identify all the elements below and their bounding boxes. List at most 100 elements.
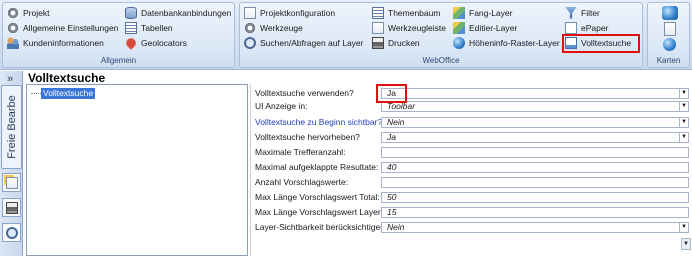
property-value-dropdown[interactable]: Nein ▼ xyxy=(381,117,689,128)
ribbon-werkzeuge-label: Werkzeuge xyxy=(260,22,303,33)
ribbon-group-weboffice: Projektkonfiguration Werkzeuge Suchen/Ab… xyxy=(239,2,643,68)
ribbon-editier-layer[interactable]: Editier-Layer xyxy=(453,20,517,35)
property-value-dropdown[interactable]: Ja ▼ xyxy=(381,88,689,99)
printer-icon xyxy=(372,36,384,49)
ribbon-fang-layer[interactable]: Fang-Layer xyxy=(453,5,512,20)
chevron-down-icon[interactable]: ▼ xyxy=(679,102,688,111)
print-button[interactable] xyxy=(2,198,21,217)
property-label: Volltextsuche zu Beginn sichtbar? xyxy=(255,117,383,127)
tree-item-volltextsuche[interactable]: Volltextsuche xyxy=(41,88,96,99)
new-item-button[interactable] xyxy=(2,173,21,192)
tab-freie-bearbeitung[interactable]: Freie Bearbe xyxy=(1,85,22,169)
ribbon-werkzeugleiste[interactable]: Werkzeugleiste xyxy=(372,20,446,35)
ribbon-suchen-abfragen-label: Suchen/Abfragen auf Layer xyxy=(260,37,364,48)
ribbon-kundeninformationen-label: Kundeninformationen xyxy=(23,37,104,48)
globe-icon[interactable] xyxy=(663,38,676,51)
property-value-dropdown[interactable]: Ja ▼ xyxy=(381,132,689,143)
tree-connector xyxy=(31,93,41,94)
map-document-icon[interactable] xyxy=(664,22,676,36)
navigation-tree: Volltextsuche xyxy=(26,84,248,256)
chevron-down-icon[interactable]: ▼ xyxy=(679,118,688,127)
expand-panel-button[interactable]: » xyxy=(7,73,13,85)
ribbon-hoeheninfo[interactable]: Höheninfo-Raster-Layer xyxy=(453,35,560,50)
ribbon-tabellen-label: Tabellen xyxy=(141,22,173,33)
property-row: Layer-Sichtbarkeit berücksichtigen? Nein… xyxy=(251,221,692,234)
property-value-dropdown[interactable]: Toolbar ▼ xyxy=(381,101,689,112)
ribbon-themenbaum[interactable]: Themenbaum xyxy=(372,5,440,20)
property-row: Volltextsuche hervorheben? Ja ▼ xyxy=(251,131,692,144)
ribbon-allgemeine-einstellungen-label: Allgemeine Einstellungen xyxy=(23,22,119,33)
ribbon-projekt-label: Projekt xyxy=(23,7,50,18)
ribbon-group-allgemein: Projekt Allgemeine Einstellungen Kundeni… xyxy=(2,2,235,68)
gear-icon xyxy=(7,6,19,19)
verwenden-highlight-box xyxy=(376,84,407,103)
ribbon-suchen-abfragen[interactable]: Suchen/Abfragen auf Layer xyxy=(244,35,364,50)
ribbon-datenbankanbindungen-label: Datenbankanbindungen xyxy=(141,7,232,18)
property-row: UI Anzeige in: Toolbar ▼ xyxy=(251,100,692,113)
property-value: 15 xyxy=(387,207,397,217)
chevron-down-icon[interactable]: ▼ xyxy=(679,223,688,232)
property-value-field[interactable] xyxy=(381,177,689,188)
property-row: Max Länge Vorschlagswert Layer: 15 xyxy=(251,206,692,219)
magnifier-icon xyxy=(5,226,18,239)
ribbon-group-karten: Karten xyxy=(647,2,690,68)
edit-layer-icon xyxy=(453,21,465,34)
elevation-icon xyxy=(453,36,465,49)
property-row: Anzahl Vorschlagswerte: xyxy=(251,176,692,189)
ribbon-filter-label: Filter xyxy=(581,7,600,18)
gear-icon xyxy=(7,21,19,34)
ribbon-group-label: WebOffice xyxy=(422,56,460,65)
map-icon[interactable] xyxy=(662,6,678,20)
ribbon-projektkonfiguration[interactable]: Projektkonfiguration xyxy=(244,5,335,20)
ribbon-kundeninformationen[interactable]: Kundeninformationen xyxy=(7,35,104,50)
property-row: Maximale Trefferanzahl: xyxy=(251,146,692,159)
chevron-down-icon[interactable]: ▼ xyxy=(679,89,688,98)
database-icon xyxy=(125,6,137,19)
property-value: Nein xyxy=(387,117,405,127)
property-value: 40 xyxy=(387,162,397,172)
property-value-field[interactable] xyxy=(381,147,689,158)
property-label: Volltextsuche verwenden? xyxy=(255,88,354,98)
ribbon-filter[interactable]: Filter xyxy=(565,5,600,20)
ribbon-drucken-label: Drucken xyxy=(388,37,420,48)
ribbon-werkzeuge[interactable]: Werkzeuge xyxy=(244,20,303,35)
layer-icon xyxy=(453,6,465,19)
chevron-down-icon[interactable]: ▼ xyxy=(679,133,688,142)
toolbar-icon xyxy=(372,21,384,34)
document-icon xyxy=(244,6,256,19)
ribbon-epaper[interactable]: ePaper xyxy=(565,20,608,35)
printer-icon xyxy=(5,201,18,214)
property-row: Volltextsuche zu Beginn sichtbar? Nein ▼ xyxy=(251,116,692,129)
property-value-field[interactable]: 40 xyxy=(381,162,689,173)
ribbon-datenbankanbindungen[interactable]: Datenbankanbindungen xyxy=(125,5,231,20)
property-label: Max Länge Vorschlagswert Total: xyxy=(255,192,380,202)
property-value: Nein xyxy=(387,222,405,232)
ribbon-drucken[interactable]: Drucken xyxy=(372,35,420,50)
ribbon-projekt[interactable]: Projekt xyxy=(7,5,49,20)
property-label: Maximale Trefferanzahl: xyxy=(255,147,346,157)
scroll-down-button[interactable]: ▼ xyxy=(681,238,691,250)
ribbon-geolocators-label: Geolocators xyxy=(141,37,187,48)
ribbon-allgemeine-einstellungen[interactable]: Allgemeine Einstellungen xyxy=(7,20,118,35)
property-label: Max Länge Vorschlagswert Layer: xyxy=(255,207,384,217)
property-label: UI Anzeige in: xyxy=(255,101,308,111)
property-value-dropdown[interactable]: Nein ▼ xyxy=(381,222,689,233)
property-value: 50 xyxy=(387,192,397,202)
side-panel-strip: » Freie Bearbe xyxy=(0,71,23,256)
ribbon-geolocators[interactable]: Geolocators xyxy=(124,35,187,50)
ribbon-tabellen[interactable]: Tabellen xyxy=(125,20,173,35)
epaper-icon xyxy=(565,21,577,34)
property-value-field[interactable]: 15 xyxy=(381,207,689,218)
tab-freie-bearbeitung-label: Freie Bearbe xyxy=(5,95,18,159)
ribbon: Projekt Allgemeine Einstellungen Kundeni… xyxy=(0,0,692,70)
property-value: Ja xyxy=(387,132,396,142)
ribbon-hoeheninfo-label: Höheninfo-Raster-Layer xyxy=(469,37,560,48)
volltextsuche-highlight-box xyxy=(562,34,640,53)
location-pin-icon xyxy=(124,35,138,50)
people-icon xyxy=(7,36,19,49)
property-grid: Volltextsuche verwenden? Ja ▼ UI Anzeige … xyxy=(250,84,692,256)
search-button[interactable] xyxy=(2,223,21,242)
property-value-field[interactable]: 50 xyxy=(381,192,689,203)
ribbon-editier-layer-label: Editier-Layer xyxy=(469,22,518,33)
ribbon-group-label: Karten xyxy=(656,56,681,65)
